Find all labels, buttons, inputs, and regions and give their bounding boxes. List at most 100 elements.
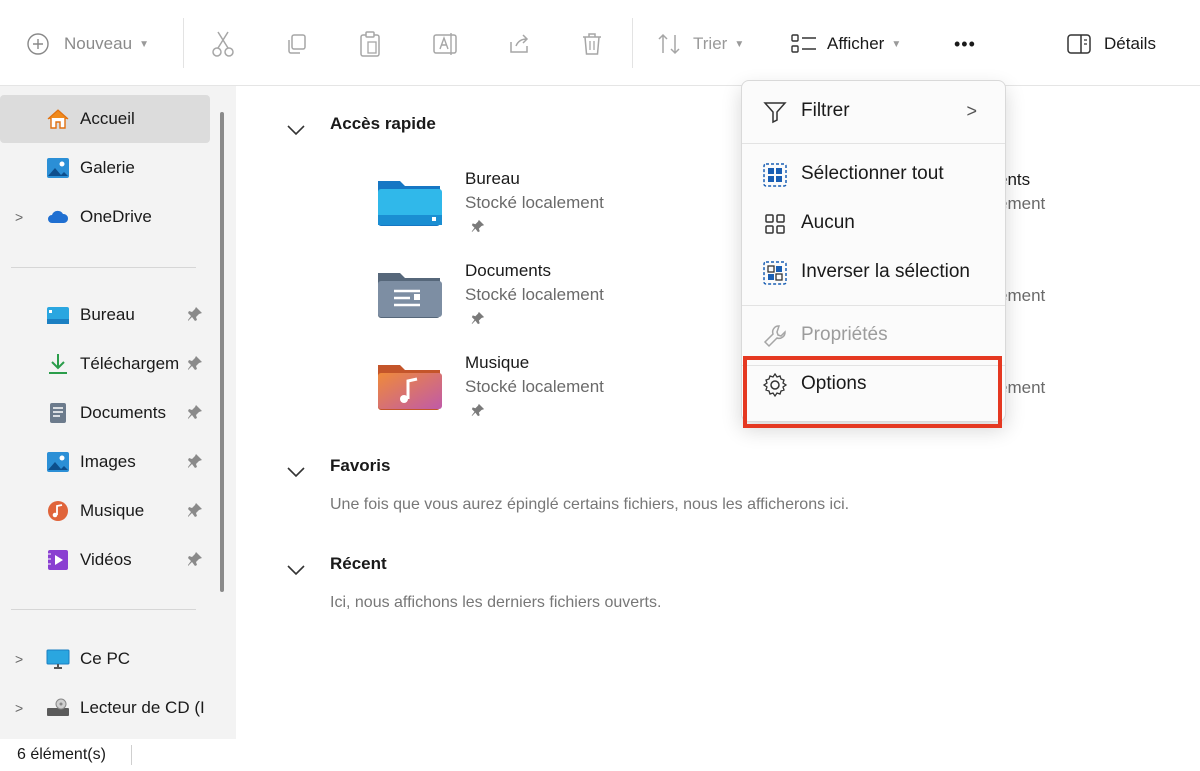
desktop-folder-icon (47, 307, 69, 324)
chevron-right-icon[interactable]: > (15, 209, 23, 225)
status-divider (131, 745, 132, 765)
item-name: Bureau (465, 169, 520, 188)
pin-icon (471, 219, 485, 233)
content-pane: Accès rapide Bureau Stocké localement Do… (236, 86, 1200, 739)
sidebar-item-downloads[interactable]: Téléchargem (0, 340, 210, 388)
sort-button[interactable]: Trier ▼ (656, 26, 744, 62)
chevron-down-icon (287, 125, 305, 136)
delete-button[interactable] (580, 26, 604, 62)
sidebar-item-videos[interactable]: Vidéos (0, 536, 210, 584)
copy-icon (288, 34, 306, 54)
document-icon (50, 403, 66, 423)
sidebar-item-desktop[interactable]: Bureau (0, 291, 210, 339)
sidebar-item-label: Vidéos (80, 550, 132, 569)
sidebar-scrollbar[interactable] (220, 112, 224, 592)
pin-icon[interactable] (187, 502, 203, 518)
pin-icon (471, 311, 485, 325)
share-button[interactable] (507, 26, 531, 62)
pin-icon[interactable] (187, 306, 203, 322)
pin-icon[interactable] (187, 453, 203, 469)
sidebar-item-pictures[interactable]: Images (0, 438, 210, 486)
music-folder-icon (378, 365, 442, 410)
sort-icon (658, 33, 680, 55)
filter-icon (763, 102, 787, 124)
sidebar-item-gallery[interactable]: Galerie (0, 144, 210, 192)
details-button[interactable]: Détails (1066, 26, 1156, 62)
menu-item-label: Propriétés (801, 324, 888, 345)
quick-access-item-music[interactable]: Musique Stocké localement (376, 353, 626, 433)
view-list-icon (791, 34, 816, 53)
sidebar-item-onedrive[interactable]: > OneDrive (0, 193, 210, 241)
sidebar-item-label: Documents (80, 403, 166, 422)
copy-button[interactable] (285, 26, 309, 62)
scissors-icon (212, 31, 234, 57)
command-bar: Nouveau ▼ Trier ▼ Afficher ▼ ••• Détails (0, 0, 1200, 86)
download-icon (49, 354, 67, 374)
recent-empty-message: Ici, nous affichons les derniers fichier… (330, 594, 662, 611)
new-button[interactable]: Nouveau ▼ (26, 26, 149, 62)
toolbar-divider (183, 18, 184, 68)
menu-divider (742, 305, 1005, 306)
select-all-icon (763, 163, 787, 187)
pin-icon[interactable] (187, 551, 203, 567)
view-button[interactable]: Afficher ▼ (790, 26, 901, 62)
sidebar-item-label: Musique (80, 501, 145, 520)
sidebar-item-home[interactable]: Accueil (0, 95, 210, 143)
sidebar-item-label: OneDrive (80, 207, 152, 226)
menu-item-properties[interactable]: Propriétés (746, 312, 1003, 358)
trash-icon (583, 33, 601, 55)
sidebar-item-documents[interactable]: Documents (0, 389, 210, 437)
gallery-icon (47, 158, 69, 178)
details-button-label: Détails (1104, 34, 1156, 53)
rename-icon (433, 33, 457, 55)
cut-button[interactable] (211, 26, 235, 62)
sidebar-item-label: Téléchargem (80, 354, 180, 373)
quick-access-item-desktop[interactable]: Bureau Stocké localement (376, 169, 626, 249)
sidebar-item-label: Ce PC (80, 649, 131, 668)
chevron-down-icon (287, 467, 305, 478)
section-title: Accès rapide (330, 114, 436, 133)
video-icon (48, 550, 68, 570)
computer-icon (46, 649, 70, 669)
new-button-label: Nouveau (64, 34, 133, 53)
highlight-box (743, 356, 1002, 428)
menu-item-filter[interactable]: Filtrer > (746, 88, 1003, 134)
clipboard-icon (360, 31, 380, 57)
quick-access-item-documents[interactable]: Documents Stocké localement (376, 261, 626, 341)
sort-button-label: Trier (693, 34, 728, 53)
sidebar-item-label: Images (80, 452, 136, 471)
chevron-right-icon: > (966, 100, 977, 121)
pin-icon[interactable] (187, 355, 203, 371)
share-icon (510, 34, 529, 53)
menu-divider (742, 143, 1005, 144)
menu-item-select-none[interactable]: Aucun (746, 200, 1003, 246)
view-button-label: Afficher (827, 34, 885, 53)
chevron-right-icon[interactable]: > (15, 651, 23, 667)
chevron-right-icon[interactable]: > (15, 700, 23, 716)
section-title: Favoris (330, 456, 391, 475)
more-options-button[interactable]: ••• (954, 26, 976, 62)
sidebar-divider (11, 267, 196, 268)
sidebar-item-cd-drive[interactable]: > Lecteur de CD (I (0, 684, 210, 732)
sidebar-item-music[interactable]: Musique (0, 487, 210, 535)
paste-button[interactable] (358, 26, 382, 62)
chevron-down-icon: ▼ (891, 38, 902, 50)
documents-folder-icon (378, 273, 442, 318)
sidebar-item-this-pc[interactable]: > Ce PC (0, 635, 210, 683)
menu-item-label: Filtrer (801, 100, 850, 121)
rename-button[interactable] (432, 26, 458, 62)
menu-item-select-all[interactable]: Sélectionner tout (746, 151, 1003, 197)
sidebar-item-label: Galerie (80, 158, 135, 177)
menu-item-invert-selection[interactable]: Inverser la sélection (746, 249, 1003, 295)
item-count: 6 élément(s) (17, 746, 106, 763)
toolbar-divider (632, 18, 633, 68)
sidebar-item-label: Bureau (80, 305, 135, 324)
chevron-down-icon: ▼ (734, 38, 745, 50)
wrench-icon (763, 325, 786, 348)
pin-icon[interactable] (187, 404, 203, 420)
sidebar-divider (11, 609, 196, 610)
section-title: Récent (330, 554, 387, 573)
navigation-pane: Accueil Galerie > OneDrive Bureau Téléch… (0, 86, 236, 739)
chevron-down-icon: ▼ (139, 38, 149, 50)
item-status: Stocké localement (465, 193, 604, 212)
